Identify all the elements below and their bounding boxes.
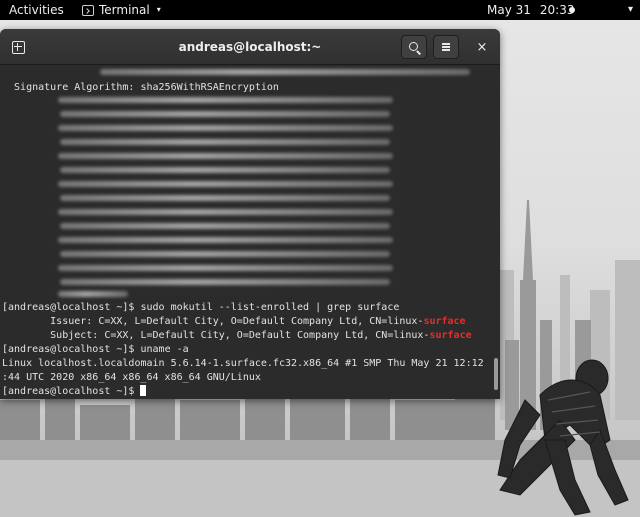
terminal-window: andreas@localhost:~ × Signature Algorith… bbox=[0, 29, 500, 399]
activities-button[interactable]: Activities bbox=[9, 0, 64, 20]
text-cursor bbox=[140, 385, 147, 396]
redacted-line bbox=[58, 209, 393, 215]
clock-date: May 31 bbox=[487, 3, 531, 17]
output-text: Issuer: C=XX, L=Default City, O=Default … bbox=[2, 316, 424, 327]
redacted-line bbox=[60, 279, 390, 285]
close-button[interactable]: × bbox=[469, 35, 495, 59]
redacted-line bbox=[58, 237, 393, 243]
search-icon bbox=[408, 41, 418, 51]
terminal-app-icon bbox=[82, 4, 94, 16]
terminal-line: :44 UTC 2020 x86_64 x86_64 x86_64 GNU/Li… bbox=[2, 371, 261, 385]
terminal-line: [andreas@localhost ~]$ uname -a bbox=[2, 343, 189, 357]
redacted-line bbox=[100, 69, 470, 75]
clock-button[interactable]: May 31 20:33 bbox=[487, 0, 575, 20]
notification-dot-icon bbox=[569, 7, 575, 13]
search-button[interactable] bbox=[401, 35, 427, 59]
redacted-line bbox=[58, 97, 393, 103]
menu-button[interactable] bbox=[433, 35, 459, 59]
redacted-line bbox=[60, 139, 390, 145]
shell-prompt: [andreas@localhost ~]$ bbox=[2, 386, 141, 397]
redacted-line bbox=[58, 291, 128, 297]
redacted-line bbox=[58, 265, 393, 271]
output-text: Linux localhost.localdomain 5.6.14-1.sur… bbox=[2, 358, 484, 369]
redacted-line bbox=[58, 181, 393, 187]
redacted-line bbox=[58, 153, 393, 159]
window-headerbar[interactable]: andreas@localhost:~ × bbox=[0, 29, 500, 65]
top-bar: Activities Terminal ▾ May 31 20:33 ▾ bbox=[0, 0, 640, 20]
redacted-line bbox=[60, 223, 390, 229]
new-tab-icon bbox=[11, 40, 25, 54]
terminal-line: [andreas@localhost ~]$ sudo mokutil --li… bbox=[2, 301, 399, 315]
terminal-line: [andreas@localhost ~]$ bbox=[2, 385, 147, 399]
terminal-line: Subject: C=XX, L=Default City, O=Default… bbox=[2, 329, 472, 343]
terminal-scrollbar[interactable] bbox=[494, 358, 498, 390]
system-menu-caret-icon[interactable]: ▾ bbox=[628, 0, 633, 20]
terminal-line: Issuer: C=XX, L=Default City, O=Default … bbox=[2, 315, 466, 329]
close-icon: × bbox=[476, 39, 488, 55]
shell-prompt: [andreas@localhost ~]$ bbox=[2, 344, 141, 355]
redacted-line bbox=[60, 195, 390, 201]
output-text: Subject: C=XX, L=Default City, O=Default… bbox=[2, 330, 430, 341]
hamburger-menu-icon bbox=[442, 43, 450, 51]
redacted-line bbox=[58, 125, 393, 131]
grep-match-highlight: surface bbox=[423, 316, 466, 327]
signature-algorithm-line: Signature Algorithm: sha256WithRSAEncryp… bbox=[2, 82, 279, 93]
output-text: :44 UTC 2020 x86_64 x86_64 x86_64 GNU/Li… bbox=[2, 372, 261, 383]
terminal-line: Linux localhost.localdomain 5.6.14-1.sur… bbox=[2, 357, 484, 371]
redacted-line bbox=[60, 167, 390, 173]
app-menu[interactable]: Terminal ▾ bbox=[82, 0, 161, 20]
redacted-line bbox=[60, 251, 390, 257]
shell-prompt: [andreas@localhost ~]$ bbox=[2, 302, 141, 313]
new-tab-button[interactable] bbox=[6, 35, 30, 59]
app-menu-label: Terminal bbox=[99, 3, 150, 17]
grep-match-highlight: surface bbox=[429, 330, 472, 341]
command-text: sudo mokutil --list-enrolled | grep surf… bbox=[140, 302, 400, 313]
terminal-area[interactable]: Signature Algorithm: sha256WithRSAEncryp… bbox=[0, 65, 500, 399]
chevron-down-icon: ▾ bbox=[156, 5, 161, 14]
redacted-line bbox=[60, 111, 390, 117]
command-text: uname -a bbox=[140, 344, 189, 355]
